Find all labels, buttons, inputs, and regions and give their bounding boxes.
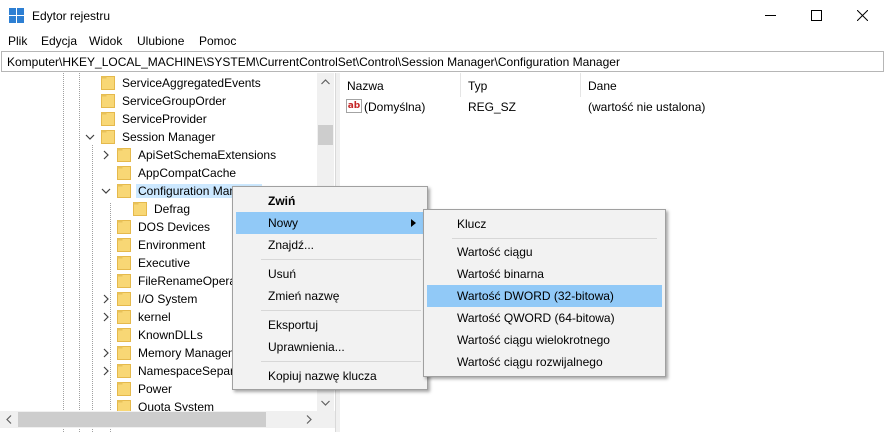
submenu-item-qword[interactable]: Wartość QWORD (64-bitowa) xyxy=(427,307,662,329)
tree-node-label: KnownDLLs xyxy=(138,328,203,342)
submenu-item-string[interactable]: Wartość ciągu xyxy=(427,241,662,263)
tree-horizontal-scrollbar[interactable] xyxy=(0,411,335,428)
folder-icon xyxy=(101,94,115,108)
folder-icon xyxy=(117,166,131,180)
chevron-down-icon[interactable] xyxy=(85,132,95,142)
submenu-item-dword[interactable]: Wartość DWORD (32-bitowa) xyxy=(427,285,662,307)
chevron-right-icon[interactable] xyxy=(101,294,111,304)
maximize-button[interactable] xyxy=(793,0,839,31)
menu-item-delete[interactable]: Usuń xyxy=(236,263,424,285)
folder-icon xyxy=(117,148,131,162)
tree-node-label: kernel xyxy=(138,310,171,324)
submenu-item-key[interactable]: Klucz xyxy=(427,213,662,235)
minimize-icon xyxy=(764,15,776,16)
tree-node[interactable]: ServiceAggregatedEvents xyxy=(0,74,320,92)
menu-widok[interactable]: Widok xyxy=(89,34,122,48)
chevron-right-icon[interactable] xyxy=(101,150,111,160)
string-value-icon: ab xyxy=(346,99,362,113)
menu-item-new[interactable]: Nowy xyxy=(236,212,424,234)
minimize-button[interactable] xyxy=(747,0,793,31)
folder-icon xyxy=(133,202,147,216)
scroll-up-icon[interactable] xyxy=(317,73,334,90)
folder-icon xyxy=(117,274,131,288)
menu-item-copy-key-name[interactable]: Kopiuj nazwę klucza xyxy=(236,365,424,387)
menu-separator xyxy=(261,310,421,311)
column-name-header[interactable]: Nazwa xyxy=(340,73,461,97)
context-menu: Zwiń Nowy Znajdź... Usuń Zmień nazwę Eks… xyxy=(232,186,428,390)
menu-item-rename[interactable]: Zmień nazwę xyxy=(236,285,424,307)
folder-icon xyxy=(117,328,131,342)
tree-node[interactable]: ServiceGroupOrder xyxy=(0,92,320,110)
folder-icon xyxy=(101,76,115,90)
value-type: REG_SZ xyxy=(468,100,517,114)
tree-node-label: ServiceAggregatedEvents xyxy=(122,76,261,90)
tree-node-label: ServiceGroupOrder xyxy=(122,94,227,108)
scroll-left-icon[interactable] xyxy=(0,411,17,428)
tree-node[interactable]: ServiceProvider xyxy=(0,110,320,128)
tree-node-label: Defrag xyxy=(154,202,191,216)
value-row[interactable]: ab (Domyślna) REG_SZ (wartość nie ustalo… xyxy=(340,98,885,116)
tree-node[interactable]: AppCompatCache xyxy=(0,164,320,182)
tree-node[interactable]: Session Manager xyxy=(0,128,320,146)
new-submenu: Klucz Wartość ciągu Wartość binarna Wart… xyxy=(423,209,666,377)
folder-icon xyxy=(117,256,131,270)
tree-node-label: Executive xyxy=(138,256,191,270)
submenu-item-expandable-string[interactable]: Wartość ciągu rozwijalnego xyxy=(427,351,662,373)
horizontal-scroll-thumb[interactable] xyxy=(18,412,266,427)
folder-icon xyxy=(117,184,131,198)
menu-bar: Plik Edycja Widok Ulubione Pomoc xyxy=(0,31,885,51)
tree-node-label: DOS Devices xyxy=(138,220,211,234)
menu-item-collapse[interactable]: Zwiń xyxy=(236,190,424,212)
folder-icon xyxy=(117,292,131,306)
menu-edycja[interactable]: Edycja xyxy=(41,34,77,48)
tree-node-label: ServiceProvider xyxy=(122,112,207,126)
address-bar[interactable]: Komputer\HKEY_LOCAL_MACHINE\SYSTEM\Curre… xyxy=(1,51,884,72)
value-name: (Domyślna) xyxy=(364,100,426,114)
tree-node-label: AppCompatCache xyxy=(138,166,237,180)
tree-node-label: ApiSetSchemaExtensions xyxy=(138,148,277,162)
menu-pomoc[interactable]: Pomoc xyxy=(199,34,236,48)
menu-separator xyxy=(452,238,657,239)
submenu-arrow-icon xyxy=(411,219,416,227)
tree-node-label: Session Manager xyxy=(122,130,216,144)
folder-icon xyxy=(117,238,131,252)
folder-icon xyxy=(117,346,131,360)
value-data: (wartość nie ustalona) xyxy=(588,100,706,114)
menu-item-find[interactable]: Znajdź... xyxy=(236,234,424,256)
submenu-item-multi-string[interactable]: Wartość ciągu wielokrotnego xyxy=(427,329,662,351)
menu-ulubione[interactable]: Ulubione xyxy=(137,34,184,48)
window-title: Edytor rejestru xyxy=(32,9,111,23)
chevron-right-icon[interactable] xyxy=(101,348,111,358)
chevron-down-icon[interactable] xyxy=(101,186,111,196)
tree-node[interactable]: ApiSetSchemaExtensions xyxy=(0,146,320,164)
menu-separator xyxy=(261,259,421,260)
title-bar: Edytor rejestru xyxy=(0,0,885,31)
folder-icon xyxy=(117,310,131,324)
tree-node-label: I/O System xyxy=(138,292,198,306)
menu-plik[interactable]: Plik xyxy=(8,34,27,48)
submenu-item-binary[interactable]: Wartość binarna xyxy=(427,263,662,285)
folder-icon xyxy=(117,364,131,378)
folder-icon xyxy=(117,382,131,396)
folder-icon xyxy=(117,220,131,234)
chevron-right-icon[interactable] xyxy=(101,366,111,376)
tree-node-label: Environment xyxy=(138,238,206,252)
scroll-right-icon[interactable] xyxy=(300,411,317,428)
menu-item-permissions[interactable]: Uprawnienia... xyxy=(236,336,424,358)
close-icon xyxy=(856,10,868,21)
tree-node-label: Power xyxy=(138,382,173,396)
address-path[interactable]: Komputer\HKEY_LOCAL_MACHINE\SYSTEM\Curre… xyxy=(7,55,620,69)
folder-icon xyxy=(101,130,115,144)
registry-app-icon xyxy=(9,8,25,24)
scroll-down-icon[interactable] xyxy=(317,394,334,411)
maximize-icon xyxy=(810,10,822,21)
column-type-header[interactable]: Typ xyxy=(461,73,581,97)
close-button[interactable] xyxy=(839,0,885,31)
menu-separator xyxy=(261,361,421,362)
column-data-header[interactable]: Dane xyxy=(581,73,885,97)
menu-item-export[interactable]: Eksportuj xyxy=(236,314,424,336)
folder-icon xyxy=(101,112,115,126)
vertical-scroll-thumb[interactable] xyxy=(318,125,333,145)
chevron-right-icon[interactable] xyxy=(101,312,111,322)
